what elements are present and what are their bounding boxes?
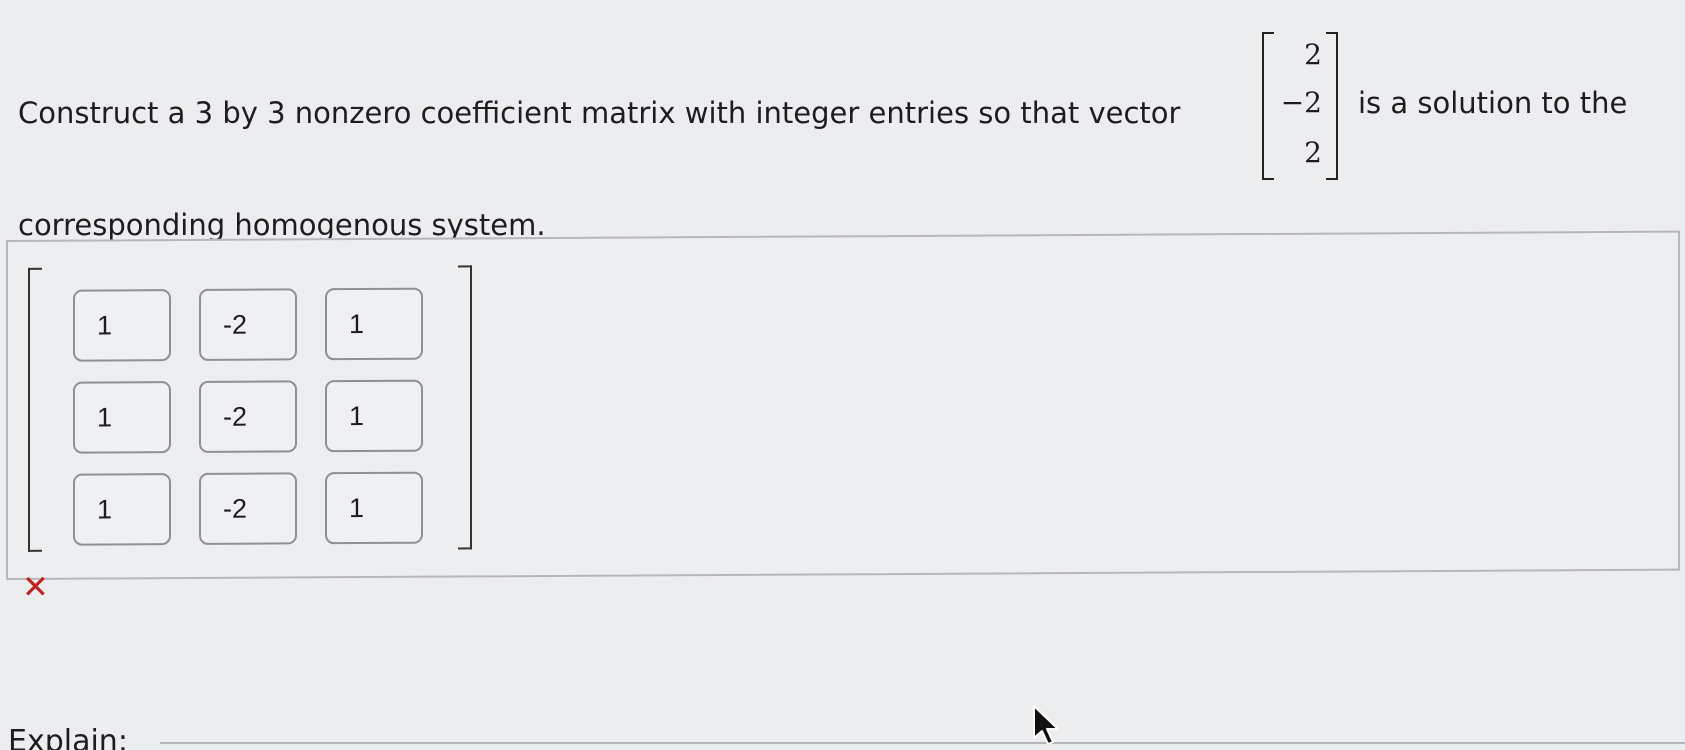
- matrix-input-r3c1[interactable]: 1: [73, 473, 171, 546]
- vector-entry-2: −2: [1280, 86, 1322, 119]
- matrix-left-bracket: [28, 267, 42, 552]
- question-text-end: is a solution to the: [1358, 86, 1628, 120]
- matrix-input-r1c3[interactable]: 1: [325, 287, 423, 361]
- matrix-input-r2c3[interactable]: 1: [325, 379, 423, 453]
- matrix-input-r1c1[interactable]: 1: [73, 289, 171, 362]
- solution-vector: 2 −2 2: [1262, 32, 1338, 180]
- matrix-input-r2c2[interactable]: -2: [199, 380, 297, 453]
- explain-divider: [160, 742, 1685, 744]
- matrix-input-r1c2[interactable]: -2: [199, 288, 297, 361]
- question-text: Construct a 3 by 3 nonzero coefficient m…: [18, 96, 1181, 130]
- matrix-input-r3c3[interactable]: 1: [325, 471, 423, 545]
- vector-left-bracket: [1262, 32, 1274, 180]
- close-icon: ✕: [22, 567, 49, 606]
- question-page: Construct a 3 by 3 nonzero coefficient m…: [0, 0, 1685, 750]
- answer-box: 1 -2 1 1 -2 1 1 -2 1 ✕: [6, 230, 1680, 606]
- answer-matrix: 1 -2 1 1 -2 1 1 -2 1: [28, 265, 472, 552]
- matrix-right-bracket: [458, 265, 472, 550]
- matrix-input-r3c2[interactable]: -2: [199, 472, 297, 545]
- mouse-pointer-icon: [1032, 704, 1062, 750]
- vector-right-bracket: [1326, 32, 1338, 180]
- explain-label: Explain:: [8, 724, 128, 750]
- vector-entry-1: 2: [1304, 38, 1322, 71]
- vector-entry-3: 2: [1304, 136, 1322, 169]
- matrix-input-r2c1[interactable]: 1: [73, 381, 171, 454]
